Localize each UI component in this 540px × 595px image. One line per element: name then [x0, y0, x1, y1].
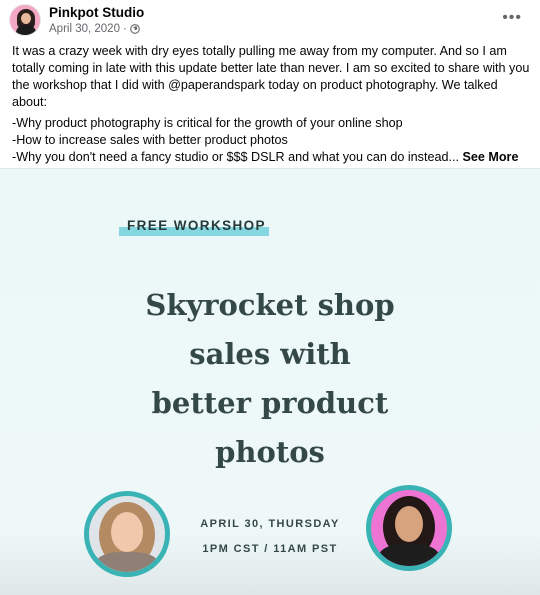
- author-avatar[interactable]: [9, 4, 41, 36]
- headline-line: better product: [151, 386, 389, 420]
- post-meta: April 30, 2020 ·: [49, 23, 140, 35]
- caption-paragraph: It was a crazy week with dry eyes totall…: [12, 44, 530, 109]
- host-photo-left: [84, 491, 170, 577]
- facebook-post: Pinkpot Studio April 30, 2020 · ••• It w…: [0, 0, 540, 595]
- event-time: 1PM CST / 11AM PST: [202, 543, 338, 555]
- post-caption: It was a crazy week with dry eyes totall…: [12, 43, 534, 166]
- meta-separator: ·: [122, 23, 127, 35]
- event-date-time: APRIL 30, THURSDAY 1PM CST / 11AM PST: [188, 512, 352, 562]
- caption-bullet: -How to increase sales with better produ…: [12, 133, 288, 147]
- caption-bullet: -Why you don't need a fancy studio or $$…: [12, 150, 459, 164]
- host-photo-right: [366, 485, 452, 571]
- more-options-icon[interactable]: •••: [502, 9, 522, 27]
- post-image-flyer[interactable]: FREE WORKSHOP Skyrocket shop sales with …: [0, 168, 540, 595]
- headline-line: Skyrocket shop: [145, 288, 395, 322]
- flyer-headline: Skyrocket shop sales with better product…: [0, 281, 540, 477]
- caption-bullet: -Why product photography is critical for…: [12, 116, 403, 130]
- free-workshop-badge: FREE WORKSHOP: [119, 216, 271, 238]
- see-more-link[interactable]: See More: [462, 150, 518, 164]
- post-header: Pinkpot Studio April 30, 2020 · •••: [0, 0, 540, 40]
- author-name[interactable]: Pinkpot Studio: [49, 5, 144, 20]
- event-date: APRIL 30, THURSDAY: [200, 518, 340, 530]
- globe-icon[interactable]: [129, 24, 140, 34]
- post-date[interactable]: April 30, 2020: [49, 23, 120, 35]
- headline-line: photos: [215, 435, 325, 469]
- caption-bullet-last: -Why you don't need a fancy studio or $$…: [12, 149, 534, 166]
- badge-label: FREE WORKSHOP: [127, 218, 266, 233]
- headline-line: sales with: [189, 337, 351, 371]
